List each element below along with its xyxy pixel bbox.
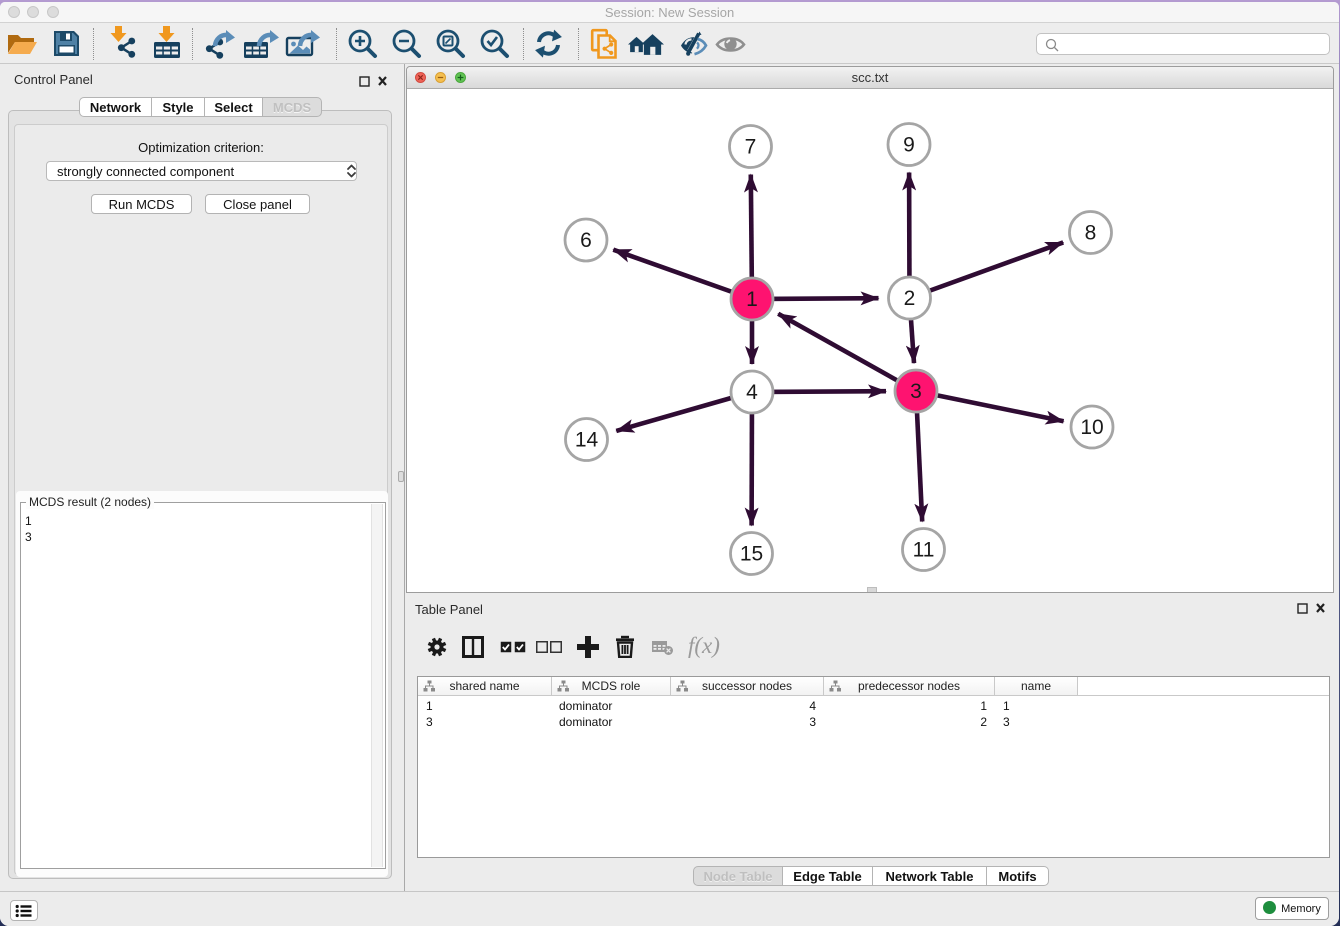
svg-text:10: 10 (1080, 416, 1103, 439)
svg-text:7: 7 (745, 136, 757, 159)
svg-text:15: 15 (740, 543, 763, 566)
svg-text:8: 8 (1085, 222, 1097, 245)
svg-text:3: 3 (910, 380, 922, 403)
svg-text:9: 9 (903, 134, 915, 157)
svg-text:4: 4 (746, 381, 758, 404)
svg-text:11: 11 (913, 539, 935, 562)
svg-text:6: 6 (580, 229, 592, 252)
svg-text:14: 14 (575, 429, 599, 452)
svg-text:2: 2 (904, 287, 916, 310)
svg-text:1: 1 (746, 288, 758, 311)
